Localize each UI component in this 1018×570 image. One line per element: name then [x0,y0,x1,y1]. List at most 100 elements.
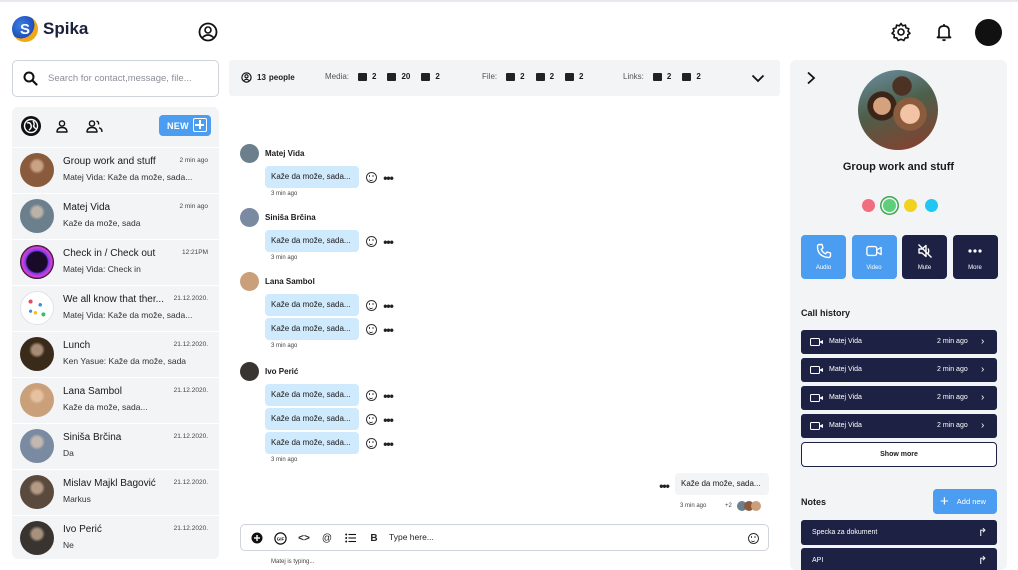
message-bubble[interactable]: Kaže da može, sada... [265,166,359,188]
message-bubble[interactable]: Kaže da može, sada... [265,408,359,430]
theme-color-option[interactable] [904,199,917,212]
chat-list-item[interactable]: Ivo Perić 21.12.2020. Ne [12,515,219,559]
author-avatar[interactable] [240,362,259,381]
react-emoji-icon[interactable] [365,437,377,449]
chevron-right-icon[interactable] [805,71,817,85]
logo-mark: S [12,16,38,42]
gif-icon[interactable]: GIF [273,531,287,545]
gear-icon[interactable] [890,21,912,43]
chat-time: 21.12.2020. [173,525,208,532]
user-avatar[interactable] [975,19,1002,46]
react-emoji-icon[interactable] [365,299,377,311]
mute-button[interactable]: Mute [902,235,947,279]
outgoing-message-bubble[interactable]: Kaže da može, sada... [675,473,769,495]
file-pdf-count: 2 [520,72,525,81]
add-attachment-icon[interactable] [250,531,264,545]
note-name: Specka za dokument [812,529,878,536]
message-bubble[interactable]: Kaže da može, sada... [265,294,359,316]
note-item[interactable]: API ↱ [801,548,997,570]
people-count[interactable]: 13 people [241,72,295,83]
theme-color-option[interactable] [862,199,875,212]
list-icon[interactable] [343,531,357,545]
link-icon[interactable] [652,72,662,81]
link-preview-icon[interactable] [682,72,692,81]
message-bubble[interactable]: Kaže da može, sada... [265,432,359,454]
chat-name: Mislav Majkl Bagović [63,478,156,489]
file-zip-count: 2 [579,72,584,81]
bold-icon[interactable]: B [367,531,381,545]
new-chat-button[interactable]: NEW [159,115,211,136]
chat-list-item[interactable]: Matej Vida 2 min ago Kaže da može, sada [12,193,219,239]
chat-list-item[interactable]: Siniša Brčina 21.12.2020. Da [12,423,219,469]
message-bubble[interactable]: Kaže da može, sada... [265,318,359,340]
call-history-item[interactable]: Matej Vida 2 min ago › [801,386,997,410]
add-note-button[interactable]: + Add new [933,489,997,514]
pdf-icon[interactable] [506,72,516,81]
seen-avatar [751,501,761,511]
audio-button[interactable]: Audio [801,235,846,279]
bell-icon[interactable] [933,21,955,43]
message-options-icon[interactable]: ••• [382,438,394,450]
message-options-icon[interactable]: ••• [382,390,394,402]
gif-icon[interactable] [421,72,431,81]
message-options-icon[interactable]: ••• [382,172,394,184]
outgoing-message-time: 3 min ago [680,503,707,509]
message-author: Ivo Perić [240,362,298,381]
chat-list-item[interactable]: Lana Sambol 21.12.2020. Kaže da može, sada… [12,377,219,423]
top-bar: S Spika [0,0,1018,60]
zip-icon[interactable] [565,72,575,81]
chat-time: 21.12.2020. [173,479,208,486]
code-icon[interactable]: <> [297,531,311,545]
app-logo[interactable]: S Spika [12,16,88,42]
chat-list-item[interactable]: Check in / Check out 12:21PM Matej Vida: C… [12,239,219,285]
video-button[interactable]: Video [851,235,897,279]
image-icon[interactable] [358,72,368,81]
share-icon[interactable]: ↱ [978,554,987,567]
message-options-icon[interactable]: ••• [382,414,394,426]
action-label: Mute [917,265,932,271]
word-icon[interactable] [535,72,545,81]
chevron-down-icon[interactable] [751,71,765,85]
user-circle-icon[interactable] [197,21,219,43]
mention-icon[interactable]: @ [320,531,334,545]
share-icon[interactable]: ↱ [978,526,987,539]
message-input[interactable] [389,532,729,542]
theme-color-option[interactable] [925,199,938,212]
call-history-item[interactable]: Matej Vida 2 min ago › [801,358,997,382]
message-time: 3 min ago [271,255,298,261]
people-icon[interactable] [83,115,105,137]
react-emoji-icon[interactable] [365,323,377,335]
message-options-icon[interactable]: ••• [382,324,394,336]
person-icon[interactable] [51,115,73,137]
message-options-icon[interactable]: ••• [658,480,670,492]
react-emoji-icon[interactable] [365,389,377,401]
chat-time: 21.12.2020. [173,295,208,302]
search-input[interactable] [48,73,208,84]
theme-color-option[interactable] [883,199,896,212]
emoji-icon[interactable] [746,531,760,545]
show-more-button[interactable]: Show more [801,442,997,467]
author-avatar[interactable] [240,272,259,291]
call-history-item[interactable]: Matej Vida 2 min ago › [801,414,997,438]
chat-list-item[interactable]: Lunch 21.12.2020. Ken Yasue: Kaže da može,… [12,331,219,377]
plus-icon: + [940,492,949,510]
react-emoji-icon[interactable] [365,413,377,425]
react-emoji-icon[interactable] [365,235,377,247]
message-bubble[interactable]: Kaže da može, sada... [265,230,359,252]
chat-list-item[interactable]: Group work and stuff 2 min ago Matej Vida:… [12,147,219,193]
call-history-item[interactable]: Matej Vida 2 min ago › [801,330,997,354]
author-avatar[interactable] [240,208,259,227]
message-options-icon[interactable]: ••• [382,236,394,248]
message-bubble[interactable]: Kaže da može, sada... [265,384,359,406]
more-button[interactable]: More [952,235,998,279]
film-icon[interactable] [387,72,397,81]
link-stats: Links: 2 2 [623,72,712,81]
message-options-icon[interactable]: ••• [382,300,394,312]
note-item[interactable]: Specka za dokument ↱ [801,520,997,545]
chat-list-item[interactable]: We all know that ther... 21.12.2020. Matej… [12,285,219,331]
globe-icon[interactable] [20,115,42,137]
chat-list-item[interactable]: Mislav Majkl Bagović 21.12.2020. Markus [12,469,219,515]
group-avatar[interactable] [858,70,938,150]
react-emoji-icon[interactable] [365,171,377,183]
author-avatar[interactable] [240,144,259,163]
